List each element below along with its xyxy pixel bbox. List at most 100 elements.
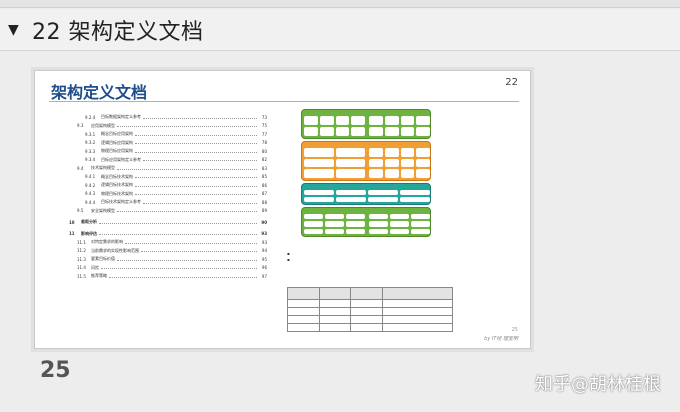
toc-text: 风险 [91, 264, 99, 270]
toc-number: 9.4.4 [85, 199, 96, 205]
toc-page: 75 [261, 123, 267, 129]
toc-page: 93 [261, 239, 267, 245]
toc-row: 9.5 安全架构模型 89 [69, 207, 267, 216]
diagram-box [384, 158, 399, 168]
note-line: ▪ [287, 257, 290, 262]
diagram-box [351, 116, 365, 125]
toc-text: 影响评估 [81, 230, 97, 236]
diagram-layer [301, 207, 431, 237]
toc-page: 88 [261, 199, 267, 205]
diagram-box [335, 116, 350, 125]
diagram-box [368, 190, 398, 195]
toc-text: 目标应用架构定义参考 [101, 156, 141, 162]
toc-number: 9.4.1 [85, 174, 96, 180]
toc-page: 83 [261, 165, 267, 171]
toc-row: 11.3 要素目标价值 95 [69, 255, 267, 264]
diagram-box [319, 116, 334, 125]
diagram-box [400, 116, 415, 125]
toc-row: 9.2.4 目标数据架构定义参考 73 [69, 113, 267, 122]
slide-preview[interactable]: 架构定义文档 22 9.2.4 目标数据架构定义参考 73 9.3 应用架构模型 75 9.… [34, 70, 531, 349]
toc-text: 目标数据架构定义参考 [101, 114, 141, 120]
diagram-box [304, 148, 334, 157]
toc-row: 9.4 技术架构模型 83 [69, 164, 267, 173]
toc-number: 11.2 [77, 248, 86, 254]
toc-row: 11.5 推荐策略 97 [69, 272, 267, 281]
toc-leader [135, 150, 257, 153]
diagram-box [369, 158, 383, 168]
diagram-box [325, 221, 344, 227]
architecture-diagram [301, 109, 431, 237]
toc-page: 97 [261, 273, 267, 279]
toc-row: 9.4.1 概念目标技术架构 85 [69, 173, 267, 182]
diagram-box [400, 190, 430, 195]
toc-page: 80 [261, 148, 267, 154]
diagram-box [304, 197, 334, 202]
toc-leader [125, 241, 257, 244]
toc-number: 9.3.4 [85, 157, 96, 163]
toc-number: 9.3.3 [85, 148, 96, 154]
toc-page: 73 [261, 114, 267, 120]
toc-row: 9.3 应用架构模型 75 [69, 122, 267, 131]
slide-title: 架构定义文档 [51, 83, 148, 102]
toc-text: 概念目标应用架构 [101, 131, 133, 137]
toc-page: 89 [261, 208, 267, 214]
toc-text: 逻辑目标技术架构 [101, 182, 133, 188]
toc-number: 9.3.1 [85, 131, 96, 137]
toc-leader [141, 249, 257, 253]
diagram-box [346, 228, 365, 234]
diagram-box [319, 127, 334, 136]
collapse-triangle-icon[interactable]: ▼ [8, 23, 24, 37]
toc-text: 概念目标技术架构 [101, 173, 133, 179]
toc-page: 95 [261, 256, 267, 262]
diagram-box [384, 127, 399, 136]
toc-text: 要素目标价值 [91, 256, 115, 262]
toc-text: 对特定需求的影响 [91, 239, 123, 245]
diagram-box [384, 116, 399, 125]
toc-row: 11.1 对特定需求的影响 93 [69, 238, 267, 247]
toc-row: 9.4.4 目标技术架构定义参考 88 [69, 198, 267, 207]
diagram-box [346, 214, 365, 220]
diagram-box [335, 127, 350, 136]
diagram-box [390, 214, 409, 220]
diagram-box [416, 148, 430, 157]
diagram-box [369, 127, 383, 136]
diagram-box [400, 158, 415, 168]
toc-page: 90 [261, 219, 267, 225]
diagram-box [346, 221, 365, 227]
toc-leader [101, 266, 257, 270]
diagram-box [369, 116, 383, 125]
toc-leader [135, 133, 257, 136]
table-of-contents: 9.2.4 目标数据架构定义参考 73 9.3 应用架构模型 75 9.3.1 概念目标应用架… [69, 113, 267, 281]
toc-row: 10 差距分析 90 [69, 218, 267, 227]
diagram-box [325, 228, 344, 234]
toc-number: 11.5 [77, 273, 86, 279]
toc-row: 11.4 风险 96 [69, 264, 267, 273]
toc-row: 11.2 当前需求的实现性影响范围 94 [69, 247, 267, 256]
toc-page: 77 [261, 131, 267, 137]
toc-text: 物理目标应用架构 [101, 148, 133, 154]
toc-row: 9.4.3 物理目标技术架构 87 [69, 190, 267, 199]
diagram-box [390, 221, 409, 227]
section-header[interactable]: ▼ 22 架构定义文档 [0, 9, 680, 51]
toc-leader [135, 184, 257, 187]
diagram-box [416, 158, 430, 168]
diagram-layer [301, 109, 431, 139]
toc-number: 9.3 [77, 123, 84, 129]
toc-number: 9.3.2 [85, 140, 96, 146]
diagram-box [411, 214, 430, 220]
toc-leader [109, 275, 257, 278]
toc-text: 安全架构模型 [91, 207, 115, 213]
diagram-box [400, 197, 430, 202]
diagram-box [304, 127, 318, 136]
toc-number: 11.3 [77, 256, 86, 262]
toc-page: 96 [261, 265, 267, 271]
toc-row: 11 影响评估 93 [69, 230, 267, 239]
toc-leader [99, 232, 257, 236]
diagram-layer [301, 183, 431, 205]
toc-row: 9.4.2 逻辑目标技术架构 86 [69, 181, 267, 190]
toc-number: 11.4 [77, 265, 86, 271]
toc-leader [135, 192, 257, 196]
diagram-box [369, 148, 383, 157]
toc-text: 逻辑目标应用架构 [101, 139, 133, 145]
diagram-box [304, 169, 334, 178]
